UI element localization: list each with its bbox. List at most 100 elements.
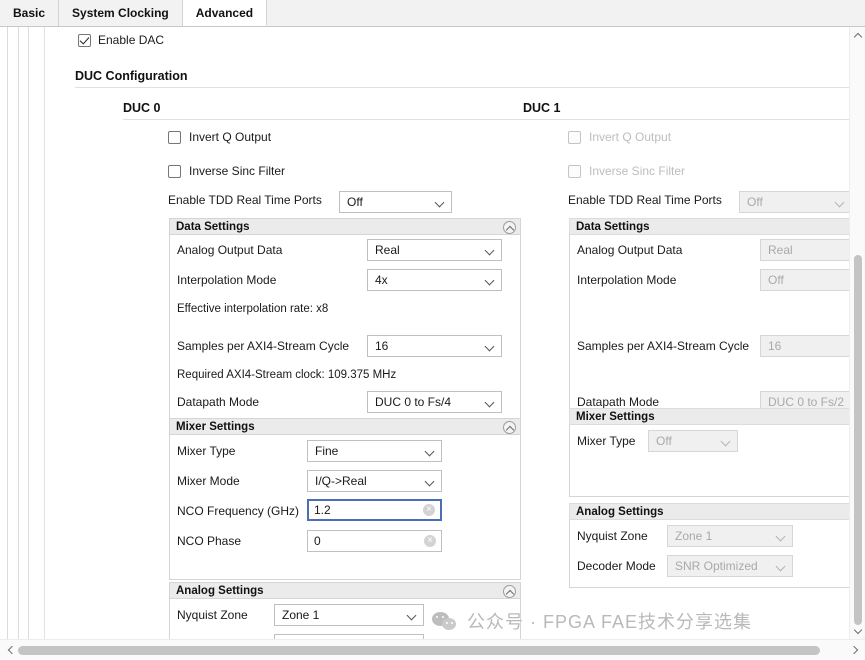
- tab-basic[interactable]: Basic: [0, 0, 59, 26]
- duc0-inverse-sinc-row[interactable]: Inverse Sinc Filter: [168, 164, 285, 178]
- duc1-heading: DUC 1: [523, 101, 561, 115]
- duc1-data-settings-header: Data Settings: [569, 218, 849, 235]
- duc0-mixer-settings-header: Mixer Settings: [169, 418, 521, 435]
- duc1-data-settings-title: Data Settings: [576, 221, 650, 233]
- duc0-data-settings-title: Data Settings: [176, 221, 250, 233]
- duc0-data-settings-body: Analog Output Data Real Interpolation Mo…: [169, 235, 521, 421]
- duc0-analog-output-data-label: Analog Output Data: [177, 243, 282, 257]
- tab-system-clocking[interactable]: System Clocking: [59, 0, 183, 26]
- duc1-analog-settings-group: Analog Settings Nyquist Zone Zone 1 Deco…: [569, 503, 849, 588]
- duc0-data-settings-group: Data Settings Analog Output Data Real In…: [169, 218, 521, 421]
- duc1-interpolation-mode-select: Off: [760, 269, 849, 291]
- duc1-invert-q-checkbox: [568, 131, 581, 144]
- duc0-invert-q-checkbox[interactable]: [168, 131, 181, 144]
- duc0-samples-label: Samples per AXI4-Stream Cycle: [177, 339, 349, 353]
- advanced-tab-content: Enable DAC DUC Configuration DUC 0 Inver…: [45, 27, 849, 639]
- duc1-rule: [523, 119, 849, 120]
- horizontal-scrollbar-thumb[interactable]: [18, 646, 820, 655]
- tab-bar: Basic System Clocking Advanced: [0, 0, 865, 27]
- scroll-up-arrow-icon[interactable]: [850, 27, 865, 43]
- duc0-analog-output-data-select[interactable]: Real: [367, 239, 502, 261]
- duc1-samples-select: 16: [760, 335, 849, 357]
- duc0-interpolation-mode-select[interactable]: 4x: [367, 269, 502, 291]
- duc0-datapath-mode-select[interactable]: DUC 0 to Fs/4: [367, 391, 502, 413]
- duc1-mixer-type-label: Mixer Type: [577, 434, 635, 448]
- duc1-decoder-mode-select: SNR Optimized: [667, 555, 793, 577]
- vertical-scrollbar-thumb[interactable]: [854, 255, 862, 625]
- duc0-mixer-type-select[interactable]: Fine: [307, 440, 442, 462]
- duc1-tdd-row: Enable TDD Real Time Ports: [568, 193, 722, 207]
- tab-advanced[interactable]: Advanced: [183, 0, 267, 26]
- duc-configuration-rule: [75, 87, 849, 88]
- scroll-left-arrow-icon[interactable]: [2, 640, 18, 660]
- duc1-analog-settings-title: Analog Settings: [576, 506, 664, 518]
- scroll-right-arrow-icon[interactable]: [847, 640, 863, 660]
- duc1-mixer-settings-body: Mixer Type Off: [569, 425, 849, 497]
- duc1-analog-settings-header: Analog Settings: [569, 503, 849, 520]
- tab-system-clocking-label: System Clocking: [72, 6, 169, 20]
- vertical-scrollbar[interactable]: [849, 27, 865, 639]
- horizontal-scrollbar[interactable]: [0, 639, 865, 659]
- duc0-nco-phase-value: 0: [314, 534, 321, 548]
- scroll-down-arrow-icon[interactable]: [850, 623, 865, 639]
- duc0-analog-settings-header: Analog Settings: [169, 582, 521, 599]
- duc1-samples-label: Samples per AXI4-Stream Cycle: [577, 339, 749, 353]
- duc0-mixer-settings-body: Mixer Type Fine Mixer Mode I/Q->Real NCO…: [169, 435, 521, 580]
- duc1-data-settings-group: Data Settings Analog Output Data Real In…: [569, 218, 849, 421]
- duc1-mixer-settings-title: Mixer Settings: [576, 411, 655, 423]
- duc1-tdd-label: Enable TDD Real Time Ports: [568, 193, 722, 207]
- enable-dac-row[interactable]: Enable DAC: [78, 33, 164, 47]
- duc0-nco-frequency-label: NCO Frequency (GHz): [177, 504, 299, 518]
- duc0-mixer-settings-collapse-icon[interactable]: [503, 421, 516, 434]
- duc0-required-clock-note: Required AXI4-Stream clock: 109.375 MHz: [177, 369, 396, 381]
- duc0-nyquist-zone-label: Nyquist Zone: [177, 608, 248, 622]
- duc0-mixer-settings-title: Mixer Settings: [176, 421, 255, 433]
- duc1-analog-output-data-label: Analog Output Data: [577, 243, 682, 257]
- duc0-nco-frequency-value: 1.2: [314, 503, 331, 517]
- duc1-inverse-sinc-row: Inverse Sinc Filter: [568, 164, 685, 178]
- duc0-inverse-sinc-label: Inverse Sinc Filter: [189, 164, 285, 178]
- duc1-mixer-settings-group: Mixer Settings Mixer Type Off: [569, 408, 849, 497]
- duc0-inverse-sinc-checkbox[interactable]: [168, 165, 181, 178]
- enable-dac-checkbox[interactable]: [78, 34, 91, 47]
- duc0-mixer-type-label: Mixer Type: [177, 444, 235, 458]
- duc1-decoder-mode-label: Decoder Mode: [577, 559, 656, 573]
- duc1-invert-q-label: Invert Q Output: [589, 130, 671, 144]
- duc0-tdd-select[interactable]: Off: [339, 191, 452, 213]
- duc0-datapath-mode-label: Datapath Mode: [177, 395, 259, 409]
- duc0-nco-phase-label: NCO Phase: [177, 534, 241, 548]
- duc1-analog-output-data-select: Real: [760, 239, 849, 261]
- duc1-inverse-sinc-checkbox: [568, 165, 581, 178]
- tab-bar-filler: [267, 0, 865, 26]
- duc0-analog-settings-body: Nyquist Zone Zone 1 Decoder Mode SNR Opt…: [169, 599, 521, 639]
- duc0-mixer-settings-group: Mixer Settings Mixer Type Fine Mixer Mod…: [169, 418, 521, 580]
- duc1-inverse-sinc-label: Inverse Sinc Filter: [589, 164, 685, 178]
- duc1-mixer-settings-header: Mixer Settings: [569, 408, 849, 425]
- panel-outer: Enable DAC DUC Configuration DUC 0 Inver…: [0, 27, 865, 659]
- duc0-data-settings-collapse-icon[interactable]: [503, 221, 516, 234]
- duc0-tdd-row: Enable TDD Real Time Ports: [168, 193, 322, 207]
- duc0-mixer-mode-select[interactable]: I/Q->Real: [307, 470, 442, 492]
- duc0-nco-phase-clear-icon[interactable]: [424, 535, 436, 547]
- duc1-datapath-mode-label: Datapath Mode: [577, 395, 659, 409]
- duc0-nyquist-zone-select[interactable]: Zone 1: [274, 604, 424, 626]
- duc0-heading: DUC 0: [123, 101, 161, 115]
- duc1-mixer-type-select: Off: [648, 430, 738, 452]
- duc-configuration-title: DUC Configuration: [75, 69, 187, 83]
- duc0-nco-frequency-input[interactable]: 1.2: [307, 499, 442, 521]
- duc0-nco-phase-input[interactable]: 0: [307, 530, 442, 552]
- duc1-interpolation-mode-label: Interpolation Mode: [577, 273, 676, 287]
- duc0-samples-select[interactable]: 16: [367, 335, 502, 357]
- duc1-analog-settings-body: Nyquist Zone Zone 1 Decoder Mode SNR Opt…: [569, 520, 849, 588]
- duc0-nco-frequency-clear-icon[interactable]: [423, 504, 435, 516]
- duc0-invert-q-row[interactable]: Invert Q Output: [168, 130, 271, 144]
- duc1-data-settings-body: Analog Output Data Real Interpolation Mo…: [569, 235, 849, 421]
- duc1-nyquist-zone-select: Zone 1: [667, 525, 793, 547]
- duc0-tdd-label: Enable TDD Real Time Ports: [168, 193, 322, 207]
- duc0-rule: [123, 119, 523, 120]
- duc1-nyquist-zone-label: Nyquist Zone: [577, 529, 648, 543]
- duc0-analog-settings-collapse-icon[interactable]: [503, 585, 516, 598]
- tab-advanced-label: Advanced: [196, 6, 253, 20]
- duc0-interpolation-mode-label: Interpolation Mode: [177, 273, 276, 287]
- duc0-data-settings-header: Data Settings: [169, 218, 521, 235]
